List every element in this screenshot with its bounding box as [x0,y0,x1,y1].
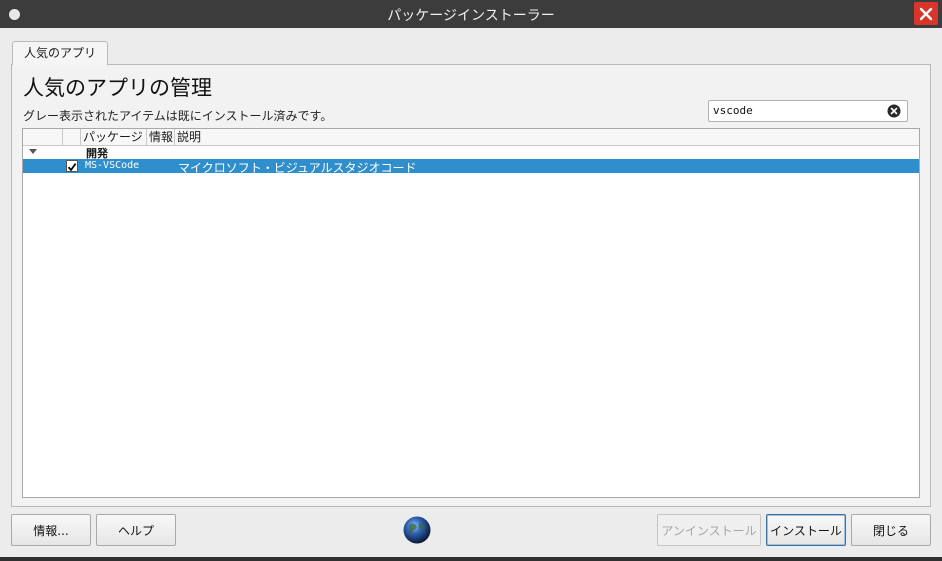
column-header-description[interactable]: 説明 [175,129,919,145]
help-button[interactable]: ヘルプ [96,514,176,546]
globe-icon [403,516,431,544]
list-header: パッケージ 情報 説明 [23,129,919,146]
package-list[interactable]: パッケージ 情報 説明 開発 MS-VSCode マイクロソフト・ビジュアルスタ… [22,128,920,498]
page-title: 人気のアプリの管理 [23,76,212,100]
category-row[interactable]: 開発 [23,146,919,160]
clear-search-icon[interactable] [887,104,901,118]
titlebar: パッケージインストーラー [0,0,942,28]
chevron-down-icon[interactable] [29,149,37,154]
close-button[interactable]: 閉じる [851,514,931,546]
column-header-info[interactable]: 情報 [147,129,175,145]
uninstall-button[interactable]: アンインストール [657,514,761,546]
column-header-package[interactable]: パッケージ [81,129,147,145]
search-input[interactable] [713,104,883,117]
package-name: MS-VSCode [85,160,140,171]
window-title: パッケージインストーラー [387,8,555,24]
column-header-check[interactable] [63,129,81,145]
checkmark-icon [67,163,77,172]
column-header-expander[interactable] [23,129,63,145]
info-button[interactable]: 情報... [11,514,91,546]
tab-panel: 人気のアプリの管理 グレー表示されたアイテムは既にインストール済みです。 パッケ… [11,64,931,507]
tab-popular-apps[interactable]: 人気のアプリ [12,41,109,65]
installed-note: グレー表示されたアイテムは既にインストール済みです。 [23,109,333,123]
close-icon[interactable] [914,2,938,25]
install-button[interactable]: インストール [766,514,846,546]
install-checkbox[interactable] [66,160,78,172]
package-description: マイクロソフト・ビジュアルスタジオコード [178,161,417,175]
bottom-edge [0,557,942,561]
installer-window: 人気のアプリ 人気のアプリの管理 グレー表示されたアイテムは既にインストール済み… [0,28,942,557]
table-row[interactable]: MS-VSCode マイクロソフト・ビジュアルスタジオコード [23,159,919,175]
search-box[interactable] [708,100,908,122]
